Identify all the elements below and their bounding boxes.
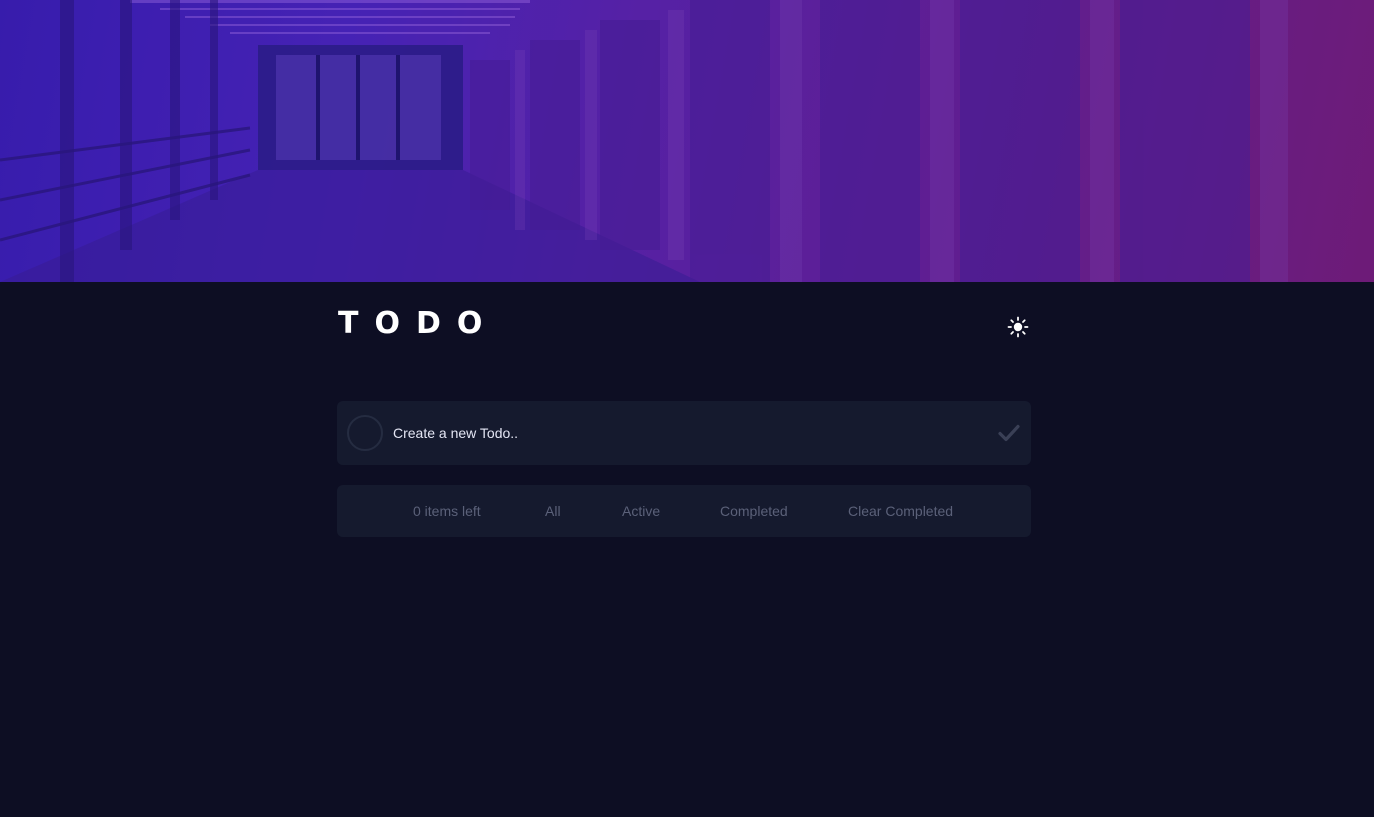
filter-active-button[interactable]: Active bbox=[622, 502, 660, 520]
sun-icon bbox=[1007, 316, 1029, 338]
new-todo-panel bbox=[337, 401, 1031, 465]
corridor-illustration bbox=[0, 0, 1374, 282]
submit-todo-button[interactable] bbox=[998, 423, 1020, 443]
checkmark-icon bbox=[998, 424, 1020, 442]
filter-all-button[interactable]: All bbox=[545, 502, 561, 520]
new-todo-input[interactable] bbox=[393, 421, 973, 445]
clear-completed-button[interactable]: Clear Completed bbox=[848, 502, 953, 520]
filter-completed-button[interactable]: Completed bbox=[720, 502, 788, 520]
app-title: TODO bbox=[338, 306, 499, 341]
theme-toggle-button[interactable] bbox=[1005, 314, 1031, 340]
hero-banner-image bbox=[0, 0, 1374, 282]
todo-footer: 0 items left All Active Completed Clear … bbox=[337, 485, 1031, 537]
items-left-count: 0 items left bbox=[413, 503, 481, 519]
todo-checkbox-circle[interactable] bbox=[347, 415, 383, 451]
